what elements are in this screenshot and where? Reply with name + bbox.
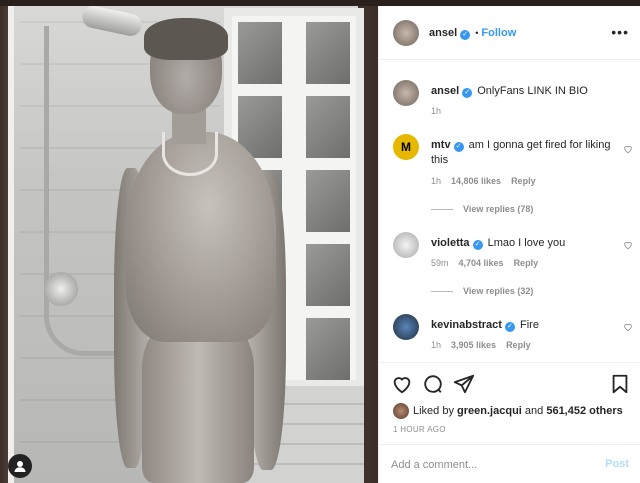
view-replies-link[interactable]: View replies (32): [431, 286, 533, 296]
author-line: ansel ✓ • Follow: [429, 27, 516, 40]
photo-subject: [114, 18, 294, 483]
verified-icon: ✓: [504, 322, 515, 332]
post-button[interactable]: Post: [605, 458, 629, 470]
instagram-post-view: ansel ✓ • Follow ••• ansel ✓ OnlyFans LINK…: [0, 0, 640, 483]
photo-print: [8, 6, 364, 483]
comment-text: violetta ✓ Lmao I love you: [431, 237, 566, 250]
comment-text: kevinabstract ✓ Fire: [431, 319, 539, 332]
post-actions: Liked by green.jacqui and 561,452 others…: [379, 362, 640, 444]
author-username[interactable]: ansel: [429, 27, 457, 39]
comment-text: mtv ✓ am I gonna get fired for liking thi…: [431, 139, 611, 166]
post-header: ansel ✓ • Follow •••: [379, 6, 640, 60]
shower-hose: [44, 26, 114, 356]
post-photo[interactable]: [0, 6, 378, 483]
add-comment-bar: Post: [379, 444, 640, 483]
comment-icon[interactable]: [422, 373, 444, 395]
verified-icon: ✓: [453, 142, 464, 152]
likes-count[interactable]: 561,452 others: [546, 405, 622, 417]
heart-icon[interactable]: [623, 240, 633, 250]
user-tag-icon[interactable]: [8, 454, 32, 478]
author-avatar[interactable]: [393, 20, 419, 46]
likes-summary: Liked by green.jacqui and 561,452 others: [393, 403, 623, 419]
liker-avatar[interactable]: [393, 403, 409, 419]
like-icon[interactable]: [391, 373, 413, 395]
comment-input[interactable]: [391, 455, 591, 475]
verified-icon: ✓: [462, 88, 473, 98]
save-icon[interactable]: [609, 373, 631, 395]
share-icon[interactable]: [453, 373, 475, 395]
heart-icon[interactable]: [623, 322, 633, 332]
view-replies-link[interactable]: View replies (78): [431, 204, 533, 214]
caption-text: ansel ✓ OnlyFans LINK IN BIO: [431, 85, 588, 98]
post-timestamp[interactable]: 1 HOUR AGO: [393, 425, 446, 434]
verified-icon: ✓: [472, 240, 483, 250]
separator-dot: •: [475, 28, 479, 38]
chain-necklace: [162, 132, 218, 176]
commenter-avatar[interactable]: [393, 232, 419, 258]
follow-button[interactable]: Follow: [481, 27, 516, 39]
liker-username[interactable]: green.jacqui: [457, 405, 522, 417]
comment-meta: 1h 14,806 likes Reply: [431, 176, 536, 186]
commenter-avatar[interactable]: M: [393, 134, 419, 160]
mtv-logo: M: [401, 140, 411, 154]
comment-meta: 1h 3,905 likes Reply: [431, 340, 531, 350]
caption-time: 1h: [431, 106, 442, 116]
commenter-avatar[interactable]: [393, 314, 419, 340]
verified-icon: ✓: [460, 30, 471, 40]
more-icon[interactable]: •••: [611, 24, 629, 40]
shower-valve: [44, 272, 78, 306]
heart-icon[interactable]: [623, 144, 633, 154]
author-avatar[interactable]: [393, 80, 419, 106]
post-sidebar: ansel ✓ • Follow ••• ansel ✓ OnlyFans LINK…: [378, 6, 640, 483]
comment-meta: 59m 4,704 likes Reply: [431, 258, 539, 268]
